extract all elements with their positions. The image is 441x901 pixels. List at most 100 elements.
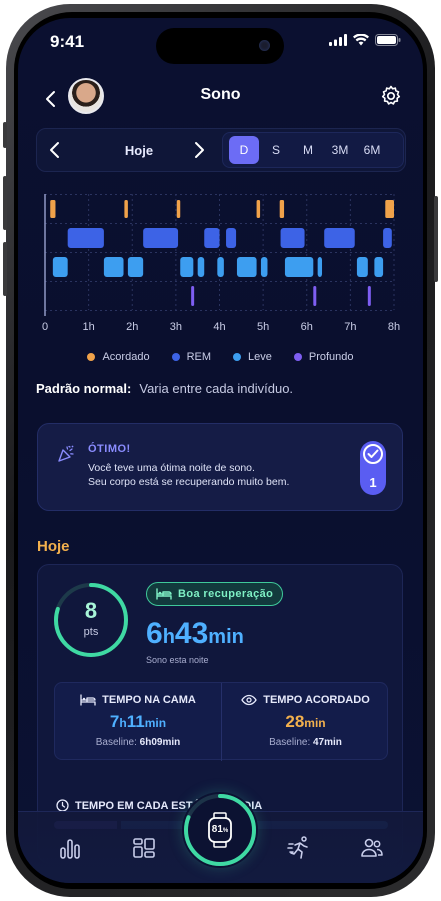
sleep-segment-leve: [127, 257, 144, 277]
bed-hours-unit: h: [119, 716, 127, 730]
awake-minutes: 28: [285, 712, 305, 731]
sleep-segment-rem: [143, 228, 179, 248]
sleep-hours-unit: h: [162, 626, 175, 648]
x-tick-label: 7h: [344, 321, 356, 333]
normal-pattern: Padrão normal: Varia entre cada indivíduo…: [36, 381, 293, 396]
period-label: Hoje: [124, 143, 154, 158]
sleep-minutes-unit: min: [208, 626, 244, 648]
volume-down-button: [3, 242, 7, 296]
legend-label: Profundo: [308, 351, 354, 363]
sleep-stage-chart: 0 1h 2h 3h 4h 5h 6h 7h 8h: [42, 194, 400, 333]
bed-minutes: 11: [126, 712, 145, 731]
legend-dot: [233, 353, 242, 361]
signal-icon: [329, 34, 347, 46]
legend-label: REM: [186, 351, 212, 363]
range-tab-d[interactable]: D: [229, 136, 259, 164]
range-tab-s[interactable]: S: [261, 136, 291, 164]
sleep-segment-rem: [383, 228, 392, 248]
sleep-segment-acordado: [385, 200, 394, 218]
chart-legend: Acordado REM Leve Profundo: [18, 351, 423, 363]
sleep-segment-profundo: [367, 286, 371, 306]
bottom-nav: 81%: [18, 792, 423, 883]
sleep-segment-rem: [204, 228, 220, 248]
time-in-bed: TEMPO NA CAMA 7h11min Baseline: 6h09min: [55, 683, 222, 761]
x-tick-label: 3h: [170, 321, 182, 333]
legend-dot: [171, 353, 180, 361]
running-icon[interactable]: [286, 834, 314, 862]
sleep-segment-leve: [52, 257, 68, 277]
party-popper-icon: [58, 445, 74, 462]
time-awake-baseline: Baseline: 47min: [222, 737, 389, 748]
chart-icon[interactable]: [56, 834, 84, 862]
x-tick-label: 1h: [83, 321, 95, 333]
x-tick-label: 2h: [126, 321, 138, 333]
watch-sync-button[interactable]: 81%: [182, 792, 258, 868]
time-awake-value: 28min: [222, 712, 389, 732]
status-bar: 9:41: [18, 18, 423, 68]
time-awake-header: TEMPO ACORDADO: [222, 694, 389, 706]
time-awake-title: TEMPO ACORDADO: [263, 694, 370, 706]
status-icons: [329, 34, 401, 46]
camera-icon: [259, 40, 270, 51]
sleep-segment-rem: [226, 228, 237, 248]
feedback-text: Você teve uma ótima noite de sono. Seu c…: [88, 461, 328, 489]
chevron-left-icon[interactable]: [45, 139, 65, 161]
chevron-right-icon[interactable]: [189, 139, 209, 161]
range-tab-3m[interactable]: 3M: [325, 136, 355, 164]
baseline-label: Baseline:: [269, 737, 311, 748]
feedback-line: Seu corpo está se recuperando muito bem.: [88, 476, 290, 488]
page-title: Sono: [200, 86, 241, 103]
time-in-bed-header: TEMPO NA CAMA: [55, 694, 221, 706]
home-indicator: [154, 870, 288, 875]
legend-dot: [87, 353, 96, 361]
sleep-segment-acordado: [124, 200, 128, 218]
check-icon: [363, 444, 383, 464]
feedback-card: ÓTIMO! Você teve uma ótima noite de sono…: [37, 423, 403, 511]
recovery-badge: Boa recuperação: [146, 582, 284, 606]
sleep-segment-leve: [317, 257, 323, 277]
range-tab-m[interactable]: M: [293, 136, 323, 164]
legend-item: REM: [171, 351, 212, 363]
battery-icon: [375, 34, 401, 46]
sleep-segment-leve: [103, 257, 124, 277]
range-tabs: D S M 3M 6M: [222, 132, 404, 168]
sleep-segment-acordado: [176, 200, 181, 218]
achievement-badge[interactable]: 1: [360, 441, 386, 495]
legend-item: Leve: [233, 351, 272, 363]
time-awake: TEMPO ACORDADO 28min Baseline: 47min: [222, 683, 389, 761]
awake-minutes-unit: min: [304, 716, 326, 730]
sleep-segment-leve: [260, 257, 268, 277]
users-icon[interactable]: [358, 834, 386, 862]
sleep-segment-acordado: [256, 200, 261, 218]
time-in-bed-baseline: Baseline: 6h09min: [55, 737, 221, 748]
volume-up-button: [3, 176, 7, 230]
power-button: [434, 196, 438, 282]
header: Sono: [18, 78, 423, 122]
status-time: 9:41: [50, 32, 85, 51]
legend-dot: [293, 353, 302, 361]
sleep-caption: Sono esta noite: [146, 655, 209, 665]
dashboard-icon[interactable]: [130, 834, 158, 862]
range-tab-6m[interactable]: 6M: [357, 136, 387, 164]
screen: 9:41 Sono Hoje D S M 3M 6M 0 1h 2h 3h 4h 5h 6h 7h 8h…: [18, 18, 423, 883]
sleep-duration: 6h43min: [146, 617, 244, 651]
sleep-segment-leve: [180, 257, 194, 277]
baseline-value: 47min: [313, 737, 342, 748]
wifi-icon: [353, 34, 369, 46]
time-in-bed-value: 7h11min: [55, 712, 221, 732]
watch-battery: 81%: [182, 824, 258, 835]
bed-hours: 7: [109, 712, 120, 731]
sleep-segment-profundo: [191, 286, 195, 306]
baseline-label: Baseline:: [95, 737, 137, 748]
watch-battery-value: 81: [211, 824, 223, 835]
bed-icon: [80, 694, 96, 706]
x-tick-label: 8h: [388, 321, 400, 333]
sleep-hours: 6: [146, 617, 163, 650]
sleep-minutes: 43: [174, 617, 209, 650]
baseline-value: 6h09min: [139, 737, 181, 748]
gear-icon[interactable]: [379, 84, 403, 108]
x-tick-label: 6h: [301, 321, 313, 333]
sleep-segment-rem: [324, 228, 355, 248]
achievement-count: 1: [369, 475, 377, 490]
legend-label: Acordado: [102, 351, 150, 363]
